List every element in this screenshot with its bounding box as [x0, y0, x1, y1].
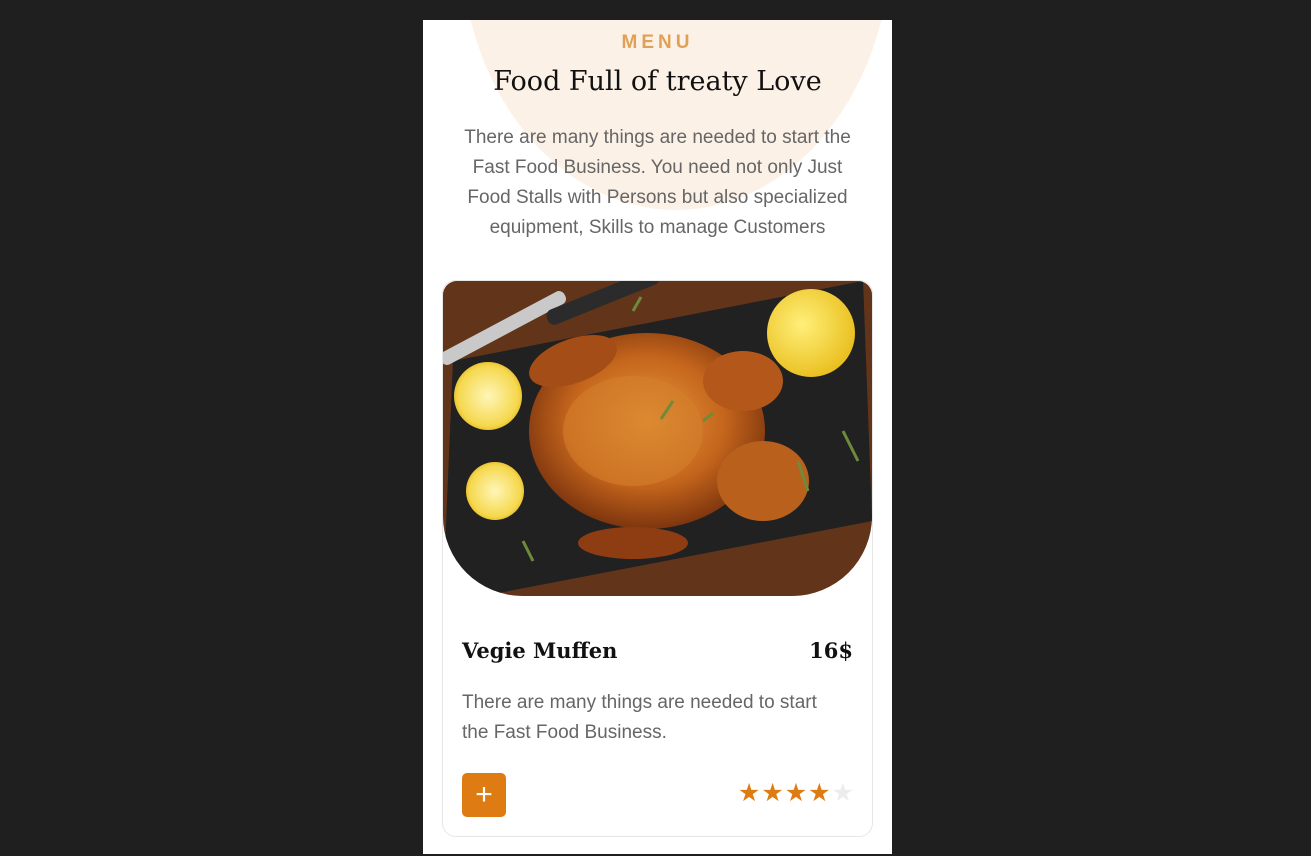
- star-filled-icon: ★: [784, 779, 808, 807]
- menu-page: MENU Food Full of treaty Love There are …: [423, 20, 892, 854]
- add-to-cart-button[interactable]: +: [462, 773, 506, 817]
- star-filled-icon: ★: [737, 779, 761, 807]
- dish-price: 16$: [809, 638, 853, 663]
- intro-text: There are many things are needed to star…: [464, 127, 851, 238]
- star-rating: ★ ★ ★ ★ ★: [738, 781, 854, 806]
- menu-item-card[interactable]: Vegie Muffen 16$ There are many things a…: [442, 280, 873, 837]
- star-empty-icon: ★: [831, 779, 854, 807]
- star-filled-icon: ★: [761, 779, 784, 807]
- page-title: Food Full of treaty Love: [493, 66, 822, 97]
- star-filled-icon: ★: [808, 779, 831, 807]
- dish-description: There are many things are needed to star…: [462, 692, 817, 743]
- dish-image: [443, 281, 872, 596]
- dish-name: Vegie Muffen: [462, 638, 618, 663]
- section-eyebrow: MENU: [621, 32, 694, 53]
